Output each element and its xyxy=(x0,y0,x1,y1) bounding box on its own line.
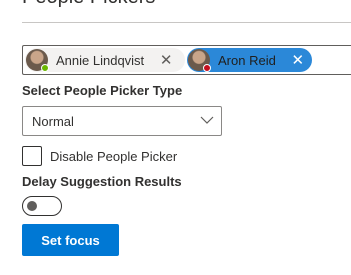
persona-chip[interactable]: Annie Lindqvist ✕ xyxy=(25,48,185,72)
presence-online-icon xyxy=(41,64,49,72)
presence-busy-icon xyxy=(203,64,211,72)
people-picker-input[interactable]: Annie Lindqvist ✕ Aron Reid ✕ xyxy=(22,45,351,75)
picker-type-dropdown[interactable]: Normal xyxy=(22,106,222,136)
disable-picker-checkbox-row[interactable]: Disable People Picker xyxy=(22,146,177,166)
set-focus-button[interactable]: Set focus xyxy=(22,224,119,256)
persona-name: Aron Reid xyxy=(218,52,276,68)
remove-persona-icon[interactable]: ✕ xyxy=(156,51,176,69)
disable-picker-label[interactable]: Disable People Picker xyxy=(50,149,177,164)
toggle-thumb[interactable] xyxy=(27,201,37,211)
delay-suggestion-label: Delay Suggestion Results xyxy=(22,174,182,189)
avatar xyxy=(26,49,49,72)
chevron-down-icon xyxy=(200,116,214,124)
picker-type-value: Normal xyxy=(32,114,74,129)
persona-name: Annie Lindqvist xyxy=(56,52,145,68)
delay-suggestion-toggle[interactable] xyxy=(22,196,62,216)
disable-picker-checkbox[interactable] xyxy=(22,146,42,166)
persona-chip-selected[interactable]: Aron Reid ✕ xyxy=(187,48,312,72)
title-divider xyxy=(22,22,351,23)
page-title: People Pickers xyxy=(22,0,155,9)
remove-persona-icon[interactable]: ✕ xyxy=(288,51,308,69)
avatar xyxy=(188,49,211,72)
picker-type-label: Select People Picker Type xyxy=(22,83,183,98)
